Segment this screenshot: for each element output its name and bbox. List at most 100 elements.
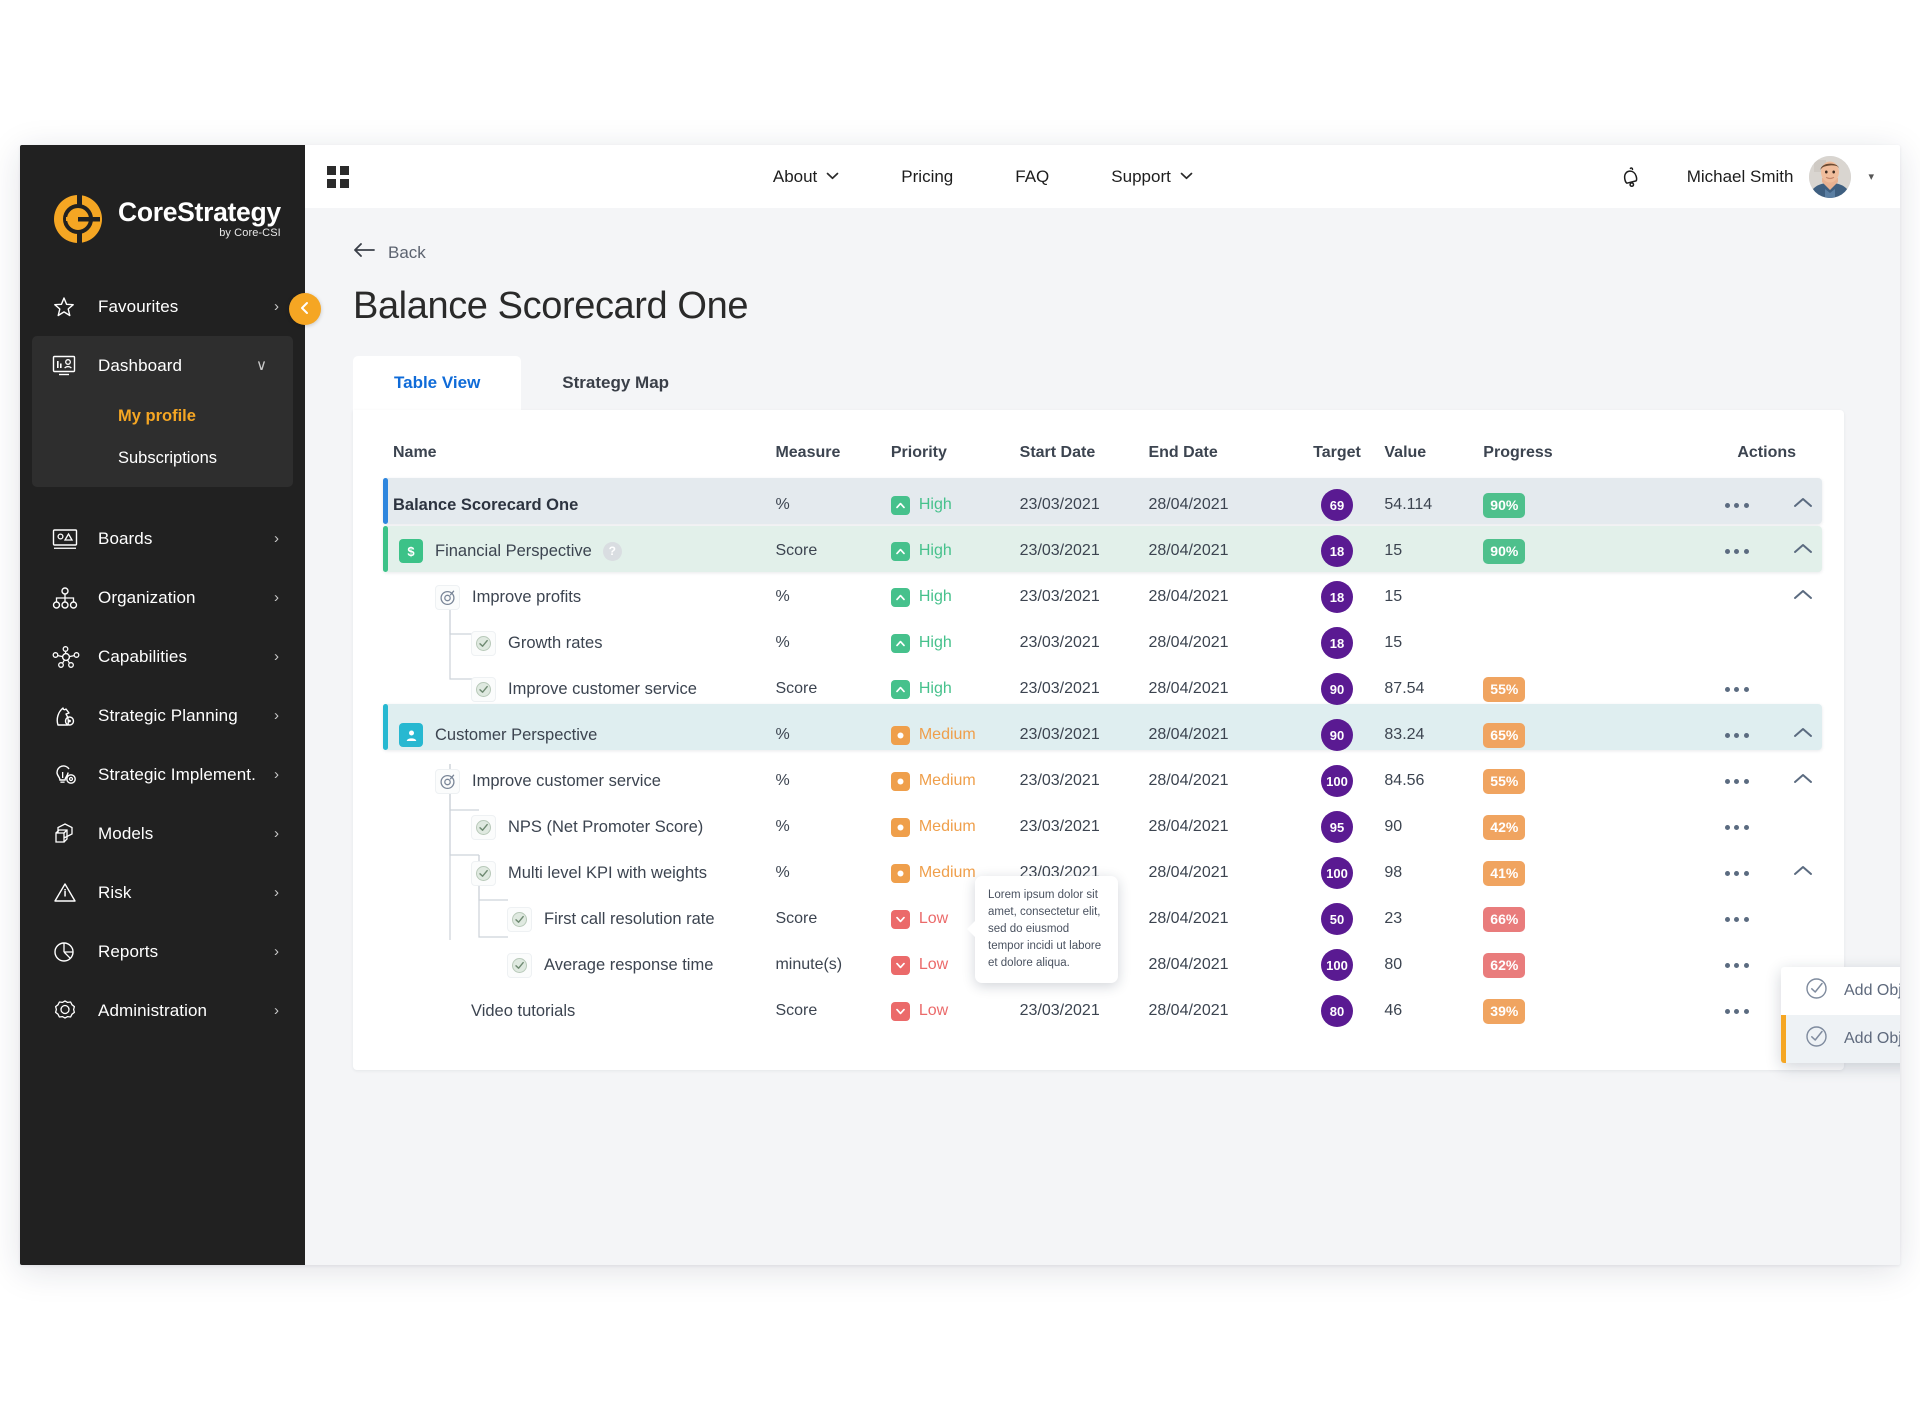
priority-medium-icon	[891, 772, 910, 791]
cell-target: 95	[1290, 804, 1385, 850]
top-bar: About Pricing FAQ Support	[305, 145, 1900, 208]
priority-badge: High	[891, 680, 952, 699]
row-collapse-caret-icon[interactable]	[1793, 772, 1813, 790]
cell-priority: High	[891, 574, 1020, 620]
tab-strategy-map[interactable]: Strategy Map	[521, 356, 710, 410]
topnav-label: Pricing	[901, 167, 953, 187]
sidebar-item-models[interactable]: Models ›	[20, 804, 305, 863]
value-text: 15	[1384, 588, 1402, 606]
bell-icon[interactable]	[1617, 163, 1645, 191]
sidebar-item-reports[interactable]: Reports ›	[20, 922, 305, 981]
end-date-value: 28/04/2021	[1148, 588, 1228, 606]
tab-table-view[interactable]: Table View	[353, 356, 521, 410]
sidebar-item-risk[interactable]: Risk ›	[20, 863, 305, 922]
row-collapse-caret-icon[interactable]	[1793, 588, 1813, 606]
sidebar-item-organization[interactable]: Organization ›	[20, 568, 305, 627]
col-header-target[interactable]: Target	[1290, 422, 1385, 482]
cell-start-date: 23/03/2021	[1020, 482, 1149, 528]
cell-actions	[1689, 620, 1844, 666]
cell-target: 100	[1290, 942, 1385, 988]
sidebar-collapse-button[interactable]	[289, 293, 321, 325]
chevron-right-icon: ›	[274, 708, 279, 723]
row-accent-bar	[383, 478, 388, 524]
sidebar-item-favourites[interactable]: Favourites ›	[20, 277, 305, 336]
table-row[interactable]: Improve customer service%Medium23/03/202…	[353, 758, 1844, 804]
cell-priority: High	[891, 666, 1020, 712]
sidebar-item-boards[interactable]: Boards ›	[20, 509, 305, 568]
target-badge: 50	[1321, 903, 1353, 935]
cell-target: 90	[1290, 666, 1385, 712]
col-header-measure[interactable]: Measure	[775, 422, 890, 482]
col-header-name[interactable]: Name	[353, 422, 775, 482]
row-more-actions-button[interactable]	[1725, 779, 1749, 784]
topnav-item-support[interactable]: Support	[1080, 167, 1224, 187]
priority-badge: High	[891, 634, 952, 653]
row-more-actions-button[interactable]	[1725, 871, 1749, 876]
grid-apps-icon[interactable]	[327, 166, 349, 188]
end-date-value: 28/04/2021	[1148, 496, 1228, 514]
row-more-actions-button[interactable]	[1725, 733, 1749, 738]
row-collapse-caret-icon[interactable]	[1793, 496, 1813, 514]
priority-low-icon	[891, 910, 910, 929]
context-menu-item-add-objectives[interactable]: Add Objectives	[1781, 967, 1900, 1015]
sidebar-item-label: Administration	[98, 1001, 274, 1021]
priority-high-icon	[891, 680, 910, 699]
table-row[interactable]: Customer Perspective%Medium23/03/202128/…	[353, 712, 1844, 758]
sidebar-subitem-my-profile[interactable]: My profile	[32, 395, 293, 437]
row-collapse-caret-icon[interactable]	[1793, 726, 1813, 744]
cell-name: Average response time	[353, 942, 775, 988]
sidebar-item-strategic-planning[interactable]: Strategic Planning ›	[20, 686, 305, 745]
cell-actions	[1689, 758, 1844, 804]
table-row[interactable]: NPS (Net Promoter Score)%Medium23/03/202…	[353, 804, 1844, 850]
row-collapse-caret-icon[interactable]	[1793, 864, 1813, 882]
measure-value: Score	[775, 542, 817, 560]
cell-measure: minute(s)	[775, 942, 890, 988]
col-header-start-date[interactable]: Start Date	[1020, 422, 1149, 482]
sidebar-item-dashboard[interactable]: Dashboard ∨	[32, 336, 293, 395]
sidebar-item-strategic-implement[interactable]: Strategic Implement. ›	[20, 745, 305, 804]
row-more-actions-button[interactable]	[1725, 1009, 1749, 1014]
topnav-item-about[interactable]: About	[742, 167, 870, 187]
sidebar-subitem-subscriptions[interactable]: Subscriptions	[32, 437, 293, 479]
row-collapse-caret-icon[interactable]	[1793, 542, 1813, 560]
col-header-progress[interactable]: Progress	[1483, 422, 1689, 482]
priority-medium-icon	[891, 818, 910, 837]
row-name-label: Improve customer service	[472, 772, 661, 791]
row-more-actions-button[interactable]	[1725, 503, 1749, 508]
help-icon[interactable]: ?	[603, 542, 622, 561]
back-button[interactable]: Back	[353, 242, 1844, 263]
row-more-actions-button[interactable]	[1725, 549, 1749, 554]
end-date-value: 28/04/2021	[1148, 680, 1228, 698]
row-more-actions-button[interactable]	[1725, 825, 1749, 830]
sidebar-item-label: Reports	[98, 942, 274, 962]
cell-target: 100	[1290, 758, 1385, 804]
table-row[interactable]: Improve profits%High23/03/202128/04/2021…	[353, 574, 1844, 620]
row-more-actions-button[interactable]	[1725, 917, 1749, 922]
col-header-value[interactable]: Value	[1384, 422, 1483, 482]
table-row[interactable]: Video tutorialsScoreLow23/03/202128/04/2…	[353, 988, 1844, 1034]
avatar-dropdown-caret[interactable]: ▾	[1868, 170, 1874, 183]
cell-name: Improve profits	[353, 574, 775, 620]
administration-icon	[52, 999, 82, 1023]
chevron-right-icon: ›	[274, 767, 279, 782]
context-menu-item-add-objectives-from-template[interactable]: Add Objectives from Template	[1781, 1015, 1900, 1063]
table-row[interactable]: Balance Scorecard One%High23/03/202128/0…	[353, 482, 1844, 528]
sidebar-item-capabilities[interactable]: Capabilities ›	[20, 627, 305, 686]
col-header-priority[interactable]: Priority	[891, 422, 1020, 482]
progress-badge: 90%	[1483, 539, 1525, 564]
table-row[interactable]: Improve customer serviceScoreHigh23/03/2…	[353, 666, 1844, 712]
progress-badge: 55%	[1483, 769, 1525, 794]
row-more-actions-button[interactable]	[1725, 963, 1749, 968]
arrow-left-icon	[353, 242, 375, 263]
table-row[interactable]: $Financial Perspective?ScoreHigh23/03/20…	[353, 528, 1844, 574]
target-badge: 95	[1321, 811, 1353, 843]
priority-medium-icon	[891, 726, 910, 745]
topnav-item-faq[interactable]: FAQ	[984, 167, 1080, 187]
row-more-actions-button[interactable]	[1725, 687, 1749, 692]
topnav-item-pricing[interactable]: Pricing	[870, 167, 984, 187]
col-header-end-date[interactable]: End Date	[1148, 422, 1289, 482]
table-row[interactable]: Growth rates%High23/03/202128/04/2021181…	[353, 620, 1844, 666]
sidebar-item-administration[interactable]: Administration ›	[20, 981, 305, 1040]
avatar[interactable]	[1809, 156, 1851, 198]
measure-value: Score	[775, 680, 817, 698]
